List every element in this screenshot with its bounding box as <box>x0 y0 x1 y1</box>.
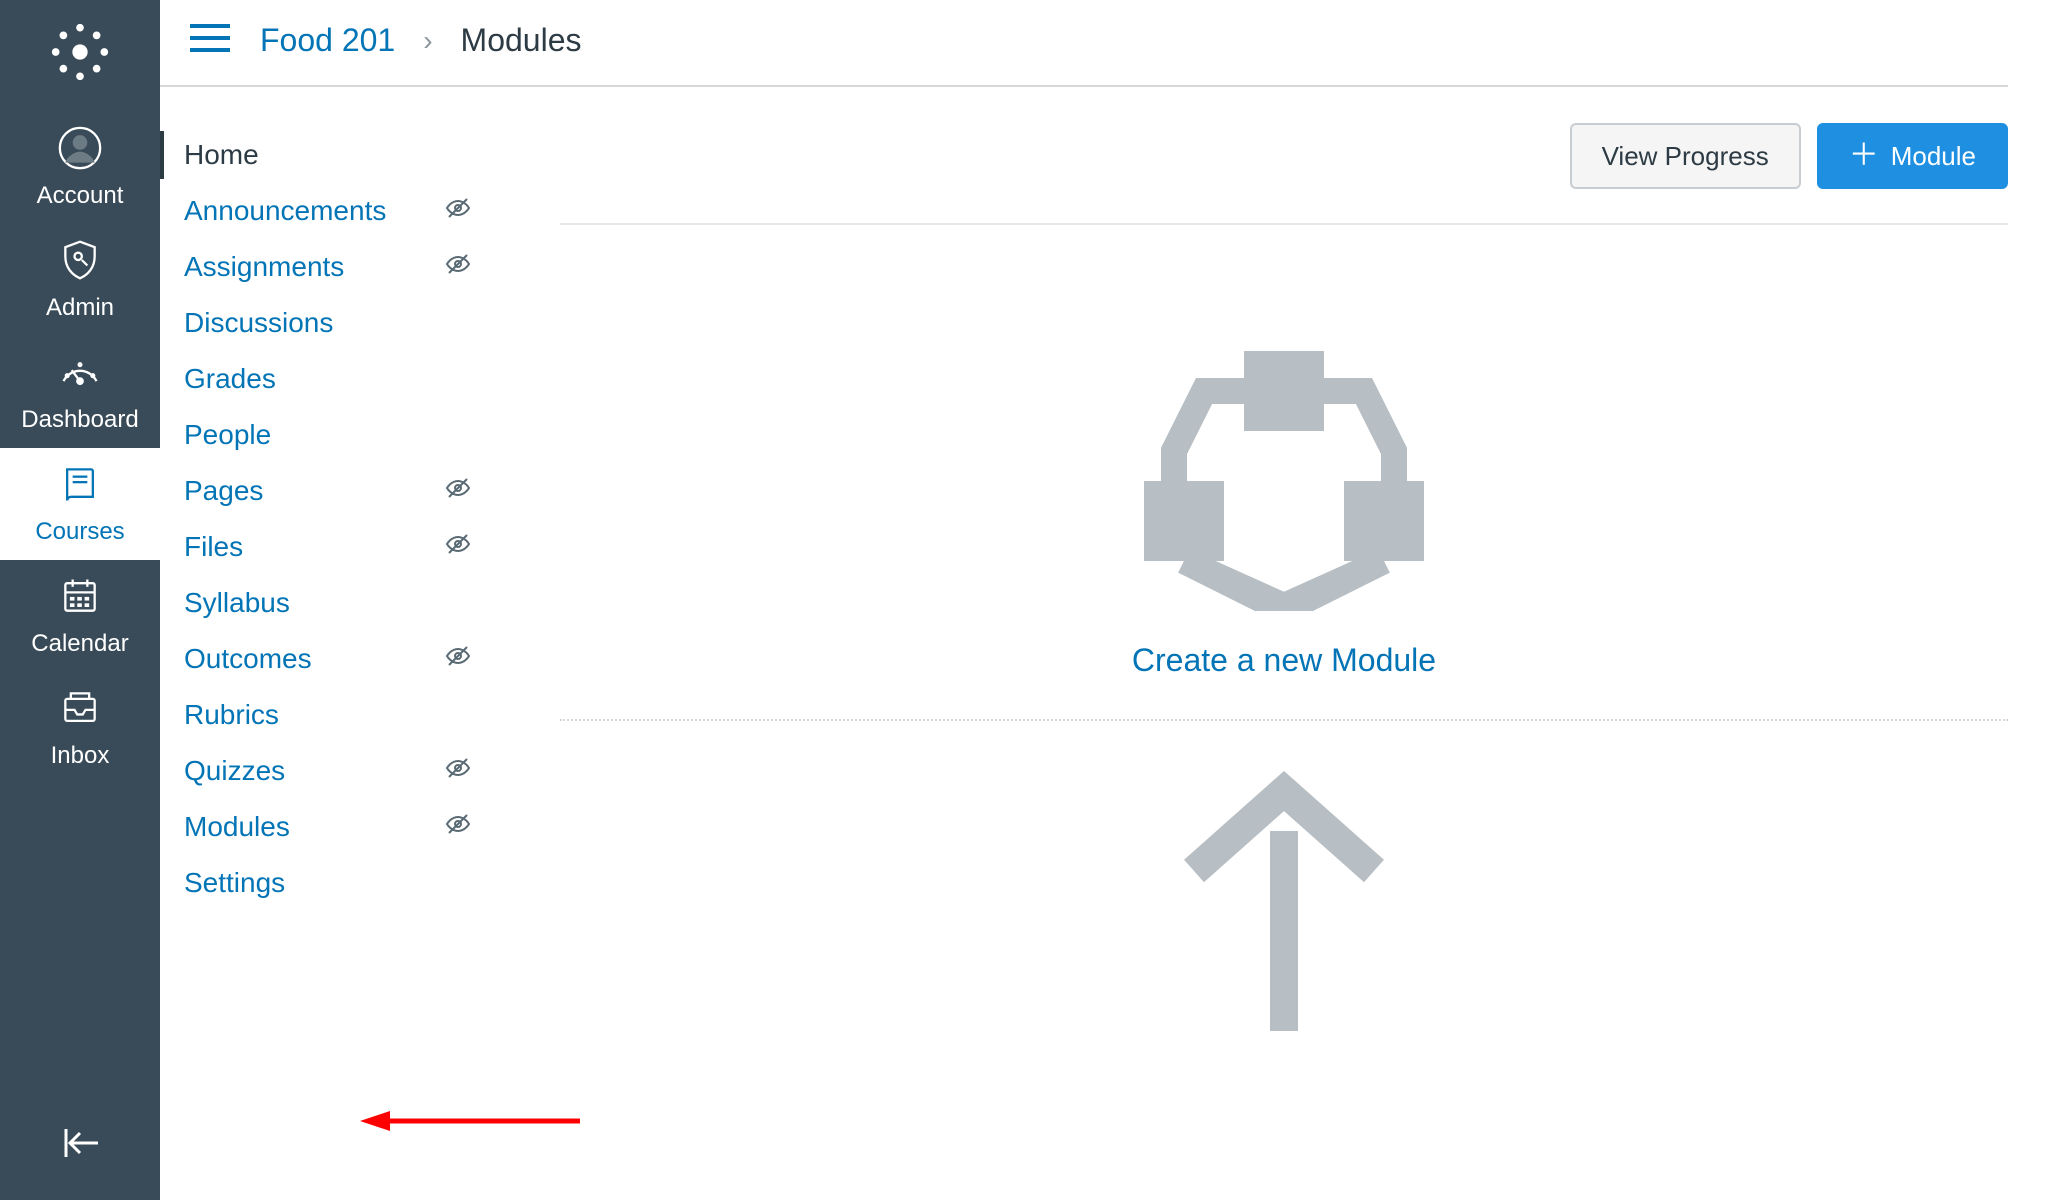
hidden-eye-icon <box>444 194 472 229</box>
modules-illustration-icon <box>1084 331 1484 616</box>
nav-account-label: Account <box>37 182 124 210</box>
add-module-button[interactable]: ＋ Module <box>1817 123 2008 189</box>
course-nav-people[interactable]: People <box>184 407 476 463</box>
button-label: Module <box>1891 143 1976 169</box>
course-nav-modules[interactable]: Modules <box>184 799 476 855</box>
hidden-eye-icon <box>444 474 472 509</box>
inbox-icon <box>58 686 102 736</box>
action-bar: View Progress ＋ Module <box>560 123 2008 225</box>
breadcrumb-bar: Food 201 › Modules <box>160 0 2008 87</box>
empty-state: Create a new Module <box>560 261 2008 721</box>
breadcrumb-course-link[interactable]: Food 201 <box>260 22 395 59</box>
plus-icon: ＋ <box>1849 141 1879 171</box>
nav-courses[interactable]: Courses <box>0 448 160 560</box>
course-nav-label: Settings <box>184 867 285 899</box>
shield-icon <box>58 238 102 288</box>
course-nav-rubrics[interactable]: Rubrics <box>184 687 476 743</box>
hamburger-icon[interactable] <box>188 22 232 59</box>
collapse-arrow-icon <box>56 1154 104 1171</box>
hidden-eye-icon <box>444 250 472 285</box>
nav-admin-label: Admin <box>46 294 114 322</box>
course-nav-label: People <box>184 419 271 451</box>
book-icon <box>58 462 102 512</box>
course-nav-syllabus[interactable]: Syllabus <box>184 575 476 631</box>
collapse-nav-button[interactable] <box>56 1091 104 1200</box>
course-nav-label: Outcomes <box>184 643 312 675</box>
calendar-icon <box>58 574 102 624</box>
breadcrumb-current: Modules <box>461 22 582 59</box>
course-nav-label: Home <box>184 139 259 171</box>
course-nav-announcements[interactable]: Announcements <box>184 183 476 239</box>
main-area: Food 201 › Modules Home Announcements As… <box>160 0 2048 1200</box>
course-nav-grades[interactable]: Grades <box>184 351 476 407</box>
course-nav-quizzes[interactable]: Quizzes <box>184 743 476 799</box>
course-nav-label: Rubrics <box>184 699 279 731</box>
hidden-eye-icon <box>444 810 472 845</box>
user-icon <box>58 126 102 176</box>
course-nav-assignments[interactable]: Assignments <box>184 239 476 295</box>
nav-inbox[interactable]: Inbox <box>0 672 160 784</box>
global-nav: Account Admin Dashboard <box>0 0 160 1200</box>
course-nav-label: Assignments <box>184 251 344 283</box>
hidden-eye-icon <box>444 530 472 565</box>
course-nav-discussions[interactable]: Discussions <box>184 295 476 351</box>
course-nav-label: Files <box>184 531 243 563</box>
nav-calendar-label: Calendar <box>31 630 128 658</box>
course-nav-settings[interactable]: Settings <box>184 855 476 911</box>
nav-calendar[interactable]: Calendar <box>0 560 160 672</box>
course-nav: Home Announcements Assignments Discussio… <box>160 87 500 1200</box>
chevron-right-icon: › <box>423 25 432 57</box>
course-nav-files[interactable]: Files <box>184 519 476 575</box>
up-arrow-illustration <box>560 721 2008 1031</box>
nav-account[interactable]: Account <box>0 112 160 224</box>
content-area: View Progress ＋ Module <box>500 87 2048 1200</box>
course-nav-label: Grades <box>184 363 276 395</box>
view-progress-button[interactable]: View Progress <box>1570 123 1801 189</box>
nav-admin[interactable]: Admin <box>0 224 160 336</box>
course-nav-label: Quizzes <box>184 755 285 787</box>
course-nav-label: Syllabus <box>184 587 290 619</box>
hidden-eye-icon <box>444 754 472 789</box>
course-nav-pages[interactable]: Pages <box>184 463 476 519</box>
button-label: View Progress <box>1602 143 1769 169</box>
course-nav-label: Modules <box>184 811 290 843</box>
create-module-link[interactable]: Create a new Module <box>1132 642 1436 679</box>
hidden-eye-icon <box>444 642 472 677</box>
gauge-icon <box>58 350 102 400</box>
course-nav-label: Discussions <box>184 307 333 339</box>
course-nav-label: Announcements <box>184 195 386 227</box>
course-nav-outcomes[interactable]: Outcomes <box>184 631 476 687</box>
course-nav-home[interactable]: Home <box>184 127 476 183</box>
nav-inbox-label: Inbox <box>51 742 110 770</box>
nav-courses-label: Courses <box>35 518 124 546</box>
nav-dashboard[interactable]: Dashboard <box>0 336 160 448</box>
canvas-logo-icon[interactable] <box>48 20 112 84</box>
nav-dashboard-label: Dashboard <box>21 406 138 434</box>
course-nav-label: Pages <box>184 475 263 507</box>
